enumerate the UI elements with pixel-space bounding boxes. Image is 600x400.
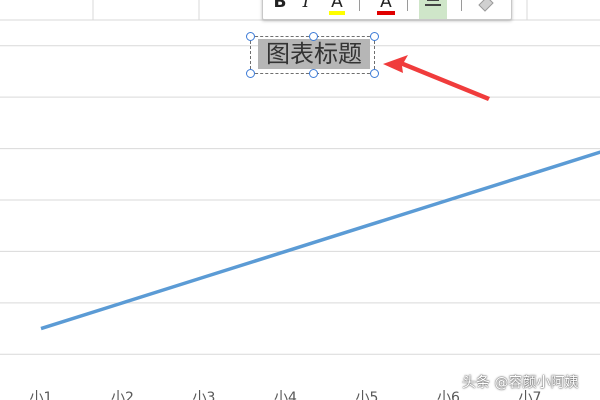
x-tick-label: 小4: [274, 390, 297, 400]
toolbar-separator: [359, 0, 360, 11]
toolbar-separator: [461, 0, 462, 11]
resize-handle-top-right[interactable]: [370, 32, 379, 41]
highlight-color-swatch: [329, 11, 345, 15]
chart-series-layer: [40, 149, 600, 331]
resize-handle-top[interactable]: [309, 32, 318, 41]
eraser-button[interactable]: [475, 0, 497, 19]
x-tick-label: 小2: [111, 390, 134, 400]
font-color-swatch: [377, 11, 395, 15]
resize-handle-bottom-right[interactable]: [370, 69, 379, 78]
resize-handle-bottom-left[interactable]: [246, 69, 255, 78]
align-button[interactable]: [419, 0, 447, 19]
watermark: 头条 @容颜小阿姨: [462, 375, 579, 391]
x-tick-label: 小5: [356, 390, 379, 400]
bold-button[interactable]: B: [271, 0, 289, 19]
align-center-icon: [425, 0, 441, 6]
resize-handle-bottom[interactable]: [309, 69, 318, 78]
font-color-button[interactable]: A: [375, 0, 397, 19]
eraser-icon: [478, 0, 494, 12]
annotation-layer: [383, 55, 490, 101]
x-tick-label: 小6: [437, 390, 460, 400]
x-tick-label: 小3: [193, 390, 216, 400]
highlight-button[interactable]: A: [327, 0, 347, 19]
series-line[interactable]: [40, 149, 600, 331]
chart-title-selection-box[interactable]: 图表标题: [246, 32, 379, 78]
red-arrow-annotation: [383, 55, 490, 101]
toolbar-separator: [407, 0, 408, 11]
mini-format-toolbar: B I A A: [262, 0, 512, 20]
chart-title[interactable]: 图表标题: [258, 39, 370, 69]
resize-handle-top-left[interactable]: [246, 32, 255, 41]
italic-button[interactable]: I: [299, 0, 313, 19]
x-tick-label: 小1: [30, 390, 53, 400]
